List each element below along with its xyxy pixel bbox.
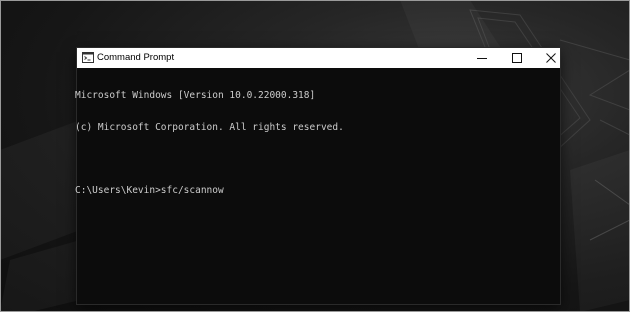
title-bar[interactable]: Command Prompt (77, 48, 560, 68)
console-output[interactable]: Microsoft Windows [Version 10.0.22000.31… (75, 70, 555, 300)
vertical-scrollbar[interactable] (552, 68, 560, 304)
window-title: Command Prompt (97, 52, 175, 63)
cmd-icon (82, 52, 94, 63)
console-line: (c) Microsoft Corporation. All rights re… (75, 121, 344, 133)
console-line: Microsoft Windows [Version 10.0.22000.31… (75, 90, 316, 101)
maximize-button[interactable] (499, 48, 535, 68)
close-icon (546, 53, 556, 63)
command-prompt-window[interactable]: Command Prompt Microsoft Windows [Versio… (75, 48, 560, 304)
minimize-icon (477, 58, 487, 59)
minimize-button[interactable] (464, 48, 500, 68)
maximize-icon (512, 53, 522, 63)
close-button[interactable] (533, 48, 569, 68)
command-input-line[interactable]: C:\Users\Kevin>sfc/scannow (75, 185, 555, 197)
